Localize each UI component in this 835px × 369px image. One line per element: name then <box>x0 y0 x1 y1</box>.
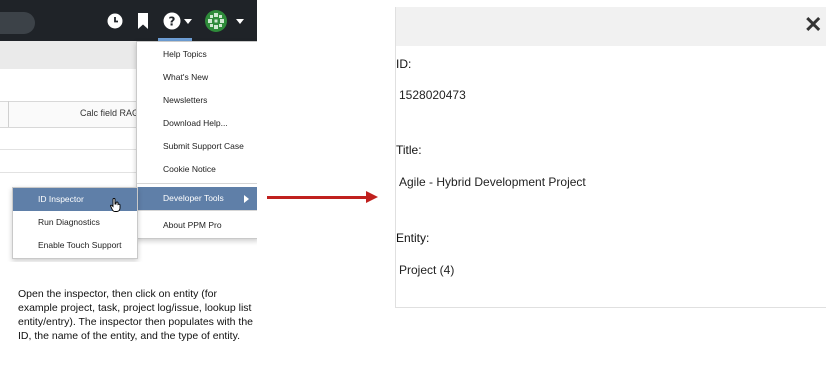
menu-item-whats-new[interactable]: What's New <box>137 66 257 89</box>
menu-separator <box>137 210 257 211</box>
submenu-item-enable-touch-support[interactable]: Enable Touch Support <box>13 234 137 257</box>
inspector-header: ✕ <box>396 7 826 46</box>
clock-icon[interactable] <box>106 12 124 30</box>
arrow-head-icon <box>366 191 378 203</box>
svg-text:?: ? <box>169 15 176 29</box>
help-dropdown-caret-icon[interactable] <box>184 19 192 24</box>
menu-item-download-help[interactable]: Download Help... <box>137 112 257 135</box>
menu-item-cookie-notice[interactable]: Cookie Notice <box>137 158 257 181</box>
id-label: ID: <box>396 57 412 71</box>
submenu-arrow-icon <box>244 195 249 203</box>
submenu-item-run-diagnostics[interactable]: Run Diagnostics <box>13 211 137 234</box>
instruction-caption: Open the inspector, then click on entity… <box>18 288 254 342</box>
hand-cursor-icon <box>110 198 122 212</box>
search-box[interactable] <box>0 12 35 34</box>
app-screenshot: ? Calc field RAG Help Topics What's New <box>0 0 257 262</box>
menu-item-newsletters[interactable]: Newsletters <box>137 89 257 112</box>
close-icon[interactable]: ✕ <box>804 14 822 36</box>
top-nav-bar: ? <box>0 0 257 41</box>
menu-item-about-ppm-pro[interactable]: About PPM Pro <box>137 214 257 237</box>
menu-item-developer-tools-label: Developer Tools <box>163 193 224 203</box>
title-label: Title: <box>396 143 422 157</box>
bookmark-icon[interactable] <box>134 12 152 30</box>
menu-item-submit-support-case[interactable]: Submit Support Case <box>137 135 257 158</box>
avatar-icon[interactable] <box>205 10 227 32</box>
entity-value: Project (4) <box>399 263 455 277</box>
title-value: Agile - Hybrid Development Project <box>399 175 586 189</box>
help-menu: Help Topics What's New Newsletters Downl… <box>136 41 257 239</box>
arrow-icon <box>267 196 367 199</box>
column-header-calc-field[interactable]: Calc field RAG <box>80 108 139 118</box>
entity-label: Entity: <box>396 231 430 245</box>
avatar-dropdown-caret-icon[interactable] <box>236 19 244 24</box>
menu-item-developer-tools[interactable]: Developer Tools <box>137 187 257 210</box>
column-divider <box>8 101 9 127</box>
id-value: 1528020473 <box>399 88 466 102</box>
help-icon[interactable]: ? <box>163 12 181 30</box>
id-inspector-panel: ✕ ID: 1528020473 Title: Agile - Hybrid D… <box>395 7 826 308</box>
menu-item-help-topics[interactable]: Help Topics <box>137 43 257 66</box>
menu-separator <box>137 183 257 184</box>
